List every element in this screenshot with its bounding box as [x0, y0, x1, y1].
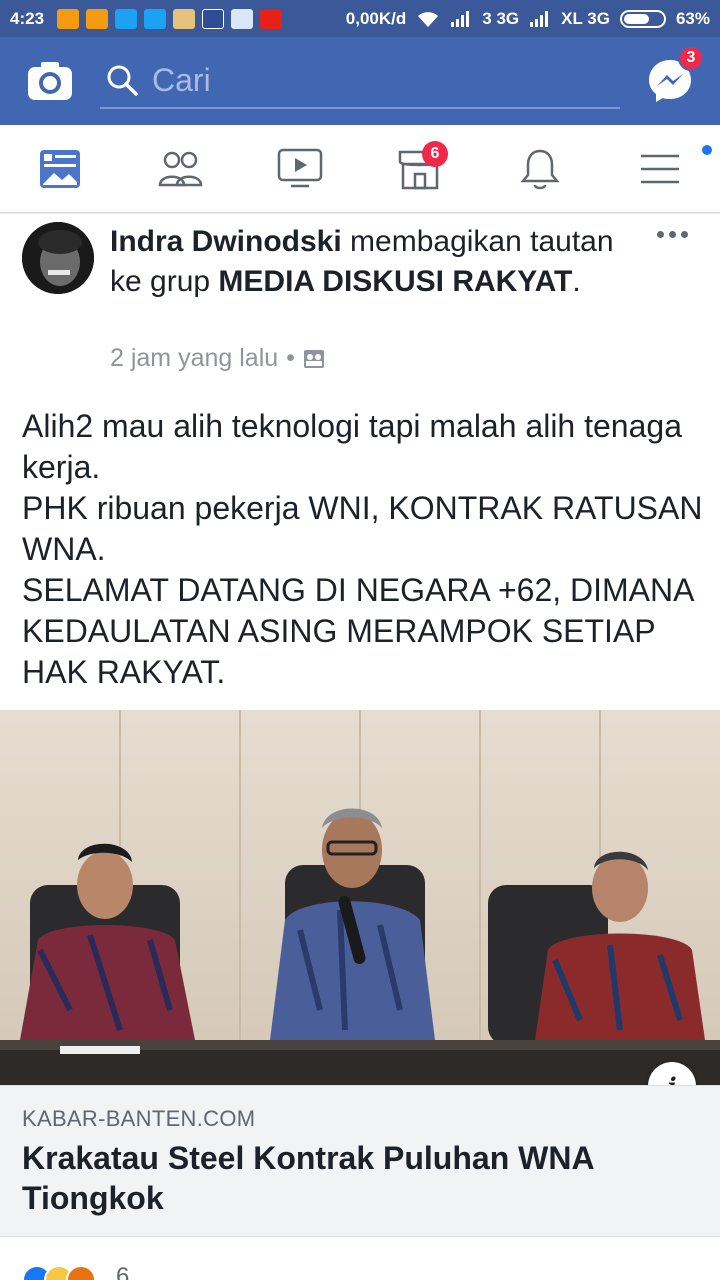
- more-dots-icon: [680, 230, 688, 238]
- link-preview-meta[interactable]: KABAR-BANTEN.COM Krakatau Steel Kontrak …: [0, 1085, 720, 1236]
- post-body: Alih2 mau alih teknologi tapi malah alih…: [22, 408, 703, 690]
- twitter-icon: [115, 8, 138, 29]
- signal-icon: [530, 10, 549, 27]
- avatar-photo: [22, 222, 94, 294]
- battery-icon: [619, 9, 666, 28]
- mail-icon: [173, 8, 196, 29]
- camera-button[interactable]: [0, 37, 100, 125]
- search-icon: [107, 65, 138, 96]
- top-bar: Cari 3: [0, 37, 720, 125]
- twitter-icon: [144, 8, 167, 29]
- status-time: 4:23: [10, 8, 45, 28]
- facebook-icon: [202, 8, 225, 29]
- groups-icon: [158, 151, 203, 186]
- battery-level: 63%: [675, 8, 710, 28]
- post-meta: 2 jam yang lalu •: [110, 344, 325, 373]
- network-speed: 0,00K/d: [345, 8, 407, 28]
- app-notification-icon: [57, 8, 80, 29]
- link-title: Krakatau Steel Kontrak Puluhan WNA Tiong…: [22, 1140, 594, 1216]
- press-conference-photo: [0, 710, 720, 1085]
- menu-icon: [641, 154, 679, 183]
- search-placeholder: Cari: [152, 61, 211, 98]
- post-time[interactable]: 2 jam yang lalu: [110, 344, 278, 373]
- tab-watch[interactable]: [240, 125, 360, 213]
- title-period: .: [572, 265, 581, 298]
- reactions-bar[interactable]: 6: [0, 1236, 720, 1280]
- meta-separator: •: [286, 344, 295, 372]
- more-options-button[interactable]: [652, 222, 692, 246]
- post-header: Indra Dwinodski membagikan tautan ke gru…: [0, 214, 720, 384]
- signal-icon: [451, 10, 470, 27]
- news-feed-icon: [40, 149, 80, 188]
- wifi-icon: [418, 11, 439, 27]
- status-bar: 4:23 0,00K/d 3 3G XL 3G 63%: [0, 0, 720, 37]
- post-card: Indra Dwinodski membagikan tautan ke gru…: [0, 214, 720, 1236]
- angry-reaction-icon: [66, 1265, 96, 1280]
- post-title: Indra Dwinodski membagikan tautan ke gru…: [110, 222, 640, 302]
- app-notification-icon: [86, 8, 109, 29]
- carrier-1: 3 3G: [482, 8, 520, 28]
- youtube-icon: [260, 8, 283, 29]
- link-preview-image[interactable]: [0, 710, 720, 1085]
- tab-notifications[interactable]: [480, 125, 600, 213]
- maps-icon: [231, 8, 254, 29]
- bell-icon: [520, 149, 560, 189]
- tab-marketplace[interactable]: 6: [360, 125, 480, 213]
- marketplace-badge: 6: [422, 140, 448, 167]
- search-input[interactable]: Cari: [100, 53, 620, 109]
- more-dots-icon: [668, 230, 676, 238]
- author-name[interactable]: Indra Dwinodski: [110, 225, 342, 258]
- link-domain: KABAR-BANTEN.COM: [22, 1106, 256, 1131]
- menu-notification-dot: [700, 142, 714, 157]
- reaction-count: 6: [116, 1263, 130, 1280]
- messenger-badge: 3: [678, 45, 704, 71]
- camera-icon: [28, 62, 72, 100]
- more-dots-icon: [656, 230, 664, 238]
- reaction-icons: [22, 1265, 96, 1280]
- messenger-button[interactable]: 3: [642, 45, 704, 109]
- carrier-2: XL 3G: [561, 8, 610, 28]
- nav-tabs: 6: [0, 125, 720, 213]
- tab-groups[interactable]: [120, 125, 240, 213]
- group-name[interactable]: MEDIA DISKUSI RAKYAT: [218, 265, 572, 298]
- tab-news-feed[interactable]: [0, 125, 120, 213]
- watch-video-icon: [277, 148, 323, 187]
- tab-menu[interactable]: [600, 125, 720, 213]
- group-privacy-icon: [303, 349, 324, 368]
- avatar[interactable]: [22, 222, 94, 294]
